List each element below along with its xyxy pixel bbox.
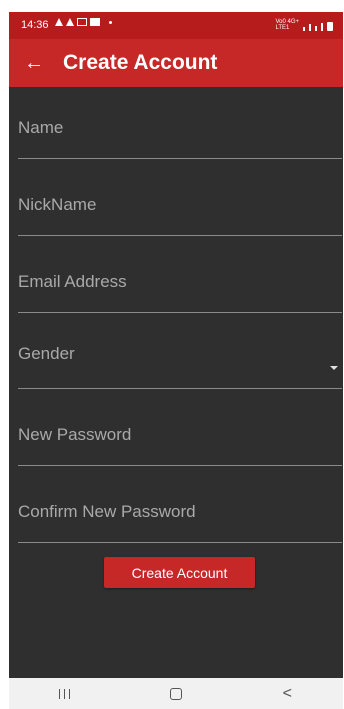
- email-placeholder: Email Address: [18, 272, 127, 291]
- dropdown-arrow-icon: [330, 366, 338, 370]
- signal-icon: [303, 27, 305, 31]
- app-icon: [90, 18, 100, 26]
- app-bar: ← Create Account: [9, 39, 343, 87]
- system-nav-bar: <: [9, 678, 343, 709]
- name-placeholder: Name: [18, 118, 64, 137]
- status-time: 14:36: [21, 19, 49, 31]
- system-icons: Vo0 4G+ LTE1: [275, 19, 333, 31]
- recent-apps-button[interactable]: [35, 678, 95, 709]
- name-field[interactable]: Name: [18, 99, 342, 159]
- recent-apps-icon: [59, 688, 71, 699]
- nickname-placeholder: NickName: [18, 195, 97, 214]
- home-button[interactable]: [146, 678, 206, 709]
- network-type-text: Vo0 4G+ LTE1: [275, 19, 299, 31]
- warning-icon: [55, 18, 63, 26]
- email-field[interactable]: Email Address: [18, 253, 342, 313]
- warning-icon: [66, 18, 74, 26]
- message-icon: [77, 18, 87, 26]
- create-account-button[interactable]: Create Account: [104, 557, 255, 588]
- confirm-password-placeholder: Confirm New Password: [18, 502, 196, 521]
- back-icon: <: [282, 684, 292, 702]
- home-icon: [169, 687, 182, 700]
- signal-icon: [309, 24, 311, 31]
- page-title: Create Account: [63, 51, 218, 74]
- confirm-password-field[interactable]: Confirm New Password: [18, 483, 342, 543]
- status-bar: 14:36 Vo0 4G+ LTE1: [9, 12, 343, 39]
- new-password-placeholder: New Password: [18, 425, 132, 444]
- nickname-field[interactable]: NickName: [18, 176, 342, 236]
- more-notifications-icon: [109, 20, 112, 24]
- back-button[interactable]: ←: [9, 39, 59, 87]
- gender-placeholder: Gender: [18, 344, 75, 363]
- battery-icon: [327, 22, 333, 31]
- arrow-left-icon: ←: [24, 51, 44, 74]
- signal-icon: [315, 26, 317, 31]
- new-password-field[interactable]: New Password: [18, 406, 342, 466]
- notification-icons: [55, 18, 112, 26]
- gender-select[interactable]: Gender: [18, 329, 342, 389]
- system-back-button[interactable]: <: [257, 678, 317, 709]
- app-screen: 14:36 Vo0 4G+ LTE1 ← Create Account Name…: [9, 12, 343, 709]
- signal-icon: [321, 23, 323, 31]
